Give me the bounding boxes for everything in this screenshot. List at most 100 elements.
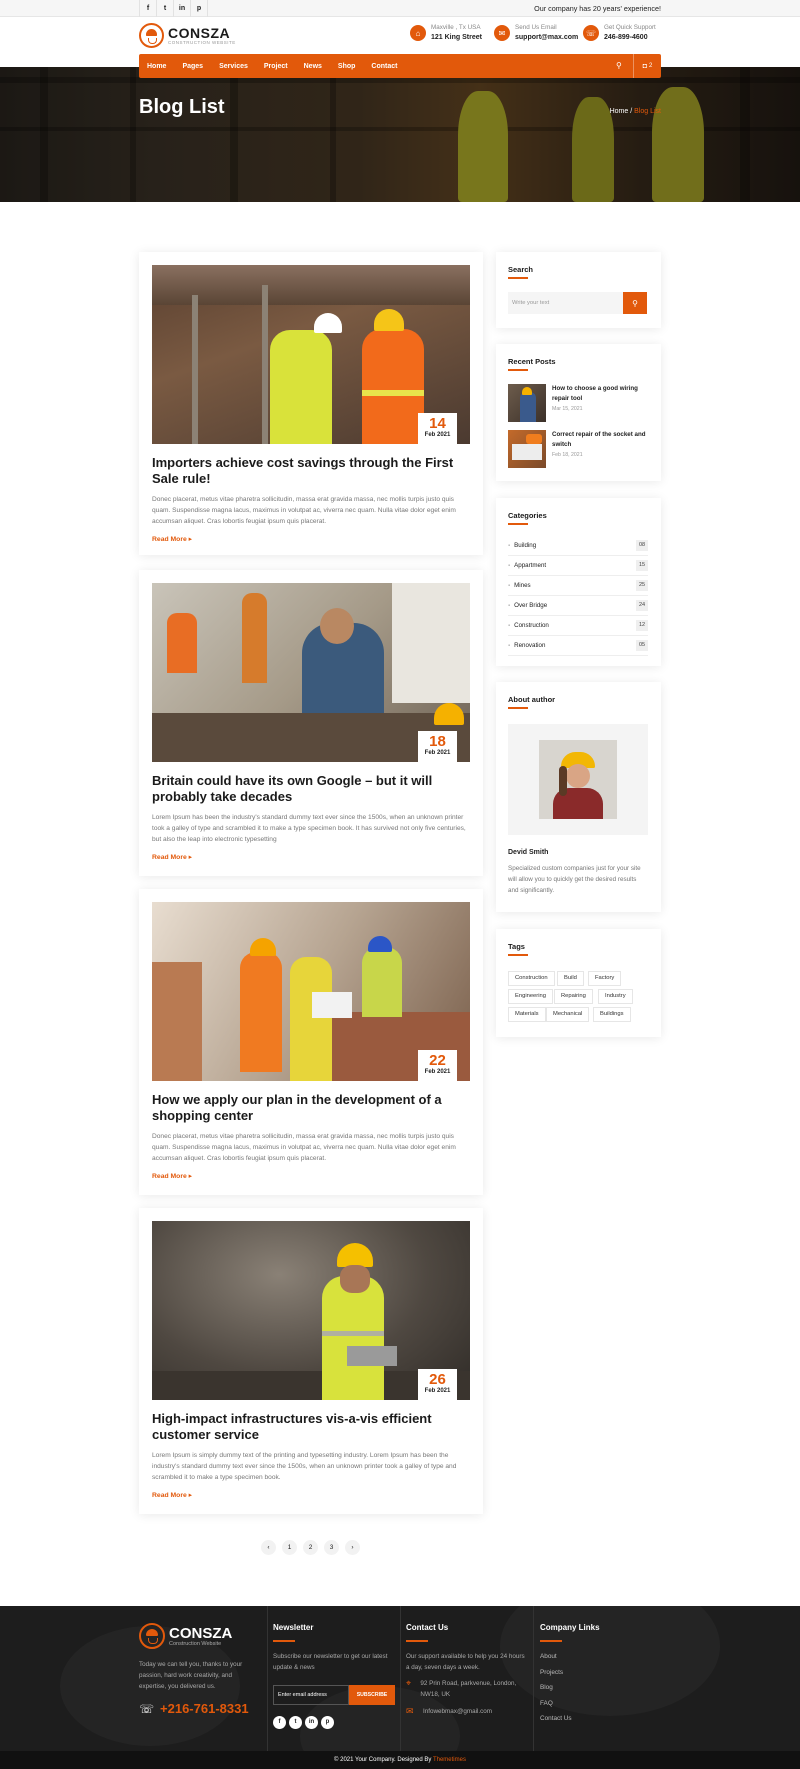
footer-about: CONSZA Construction Website Today we can…: [139, 1623, 259, 1716]
category-name[interactable]: Mines: [514, 582, 531, 589]
footer-brand-name: CONSZA: [169, 1624, 233, 1642]
nav-contact[interactable]: Contact: [371, 63, 397, 70]
nav-project[interactable]: Project: [264, 63, 288, 70]
search-input[interactable]: Write your text: [508, 292, 623, 314]
pagination-page-2[interactable]: 2: [303, 1540, 318, 1555]
facebook-icon[interactable]: f: [140, 0, 157, 17]
copyright-text: © 2021 Your Company. Designed By: [334, 1757, 432, 1763]
pinterest-icon[interactable]: p: [191, 0, 208, 17]
breadcrumb-home[interactable]: Home: [610, 108, 629, 115]
top-social-links: f t in p: [139, 0, 208, 17]
category-name[interactable]: Building: [514, 542, 536, 549]
nav-news[interactable]: News: [304, 63, 322, 70]
tag-chip[interactable]: Mechanical: [546, 1007, 590, 1022]
designer-link[interactable]: Themetimes: [433, 1757, 466, 1763]
category-item[interactable]: ▪ Construction 12: [508, 616, 648, 636]
tag-chip[interactable]: Factory: [588, 971, 622, 986]
category-name[interactable]: Renovation: [514, 642, 545, 649]
brand-tagline: CONSTRUCTION WEBSITE: [168, 40, 236, 45]
header-address: ⌂ Maxville , Tx USA 121 King Street: [410, 23, 482, 43]
nav-home[interactable]: Home: [147, 63, 166, 70]
footer-link-faq[interactable]: FAQ: [540, 1700, 660, 1716]
footer-link-contact[interactable]: Contact Us: [540, 1715, 660, 1731]
email-value[interactable]: support@max.com: [515, 33, 578, 43]
nav-pages[interactable]: Pages: [182, 63, 203, 70]
tag-chip[interactable]: Materials: [508, 1007, 546, 1022]
twitter-icon[interactable]: t: [289, 1716, 302, 1729]
bullet-icon: ▪: [508, 542, 511, 549]
recent-post-title[interactable]: Correct repair of the socket and switch: [552, 430, 653, 450]
read-more-link[interactable]: Read More ▸: [152, 853, 192, 861]
post-title[interactable]: Importers achieve cost savings through t…: [152, 455, 470, 487]
company-links-title: Company Links: [540, 1623, 600, 1632]
pagination-page-1[interactable]: 1: [282, 1540, 297, 1555]
linkedin-icon[interactable]: in: [305, 1716, 318, 1729]
cart-count: 2: [648, 63, 653, 69]
newsletter-title: Newsletter: [273, 1623, 314, 1632]
tag-chip[interactable]: Engineering: [508, 989, 553, 1004]
post-month: Feb 2021: [424, 750, 451, 756]
twitter-icon[interactable]: t: [157, 0, 174, 17]
pagination-next[interactable]: ›: [345, 1540, 360, 1555]
post-date-badge: 22 Feb 2021: [418, 1050, 457, 1081]
tag-chip[interactable]: Repairing: [554, 989, 593, 1004]
category-count: 25: [636, 580, 648, 591]
cart-button[interactable]: ◘ 2: [633, 54, 661, 78]
pagination-page-3[interactable]: 3: [324, 1540, 339, 1555]
bullet-icon: ▪: [508, 562, 511, 569]
recent-post-title[interactable]: How to choose a good wiring repair tool: [552, 384, 653, 404]
recent-post-item[interactable]: Correct repair of the socket and switch F…: [508, 430, 653, 468]
widget-title: Categories: [508, 511, 547, 520]
category-name[interactable]: Construction: [514, 622, 549, 629]
widget-title: Recent Posts: [508, 357, 556, 366]
nav-shop[interactable]: Shop: [338, 63, 356, 70]
tag-chip[interactable]: Industry: [598, 989, 633, 1004]
facebook-icon[interactable]: f: [273, 1716, 286, 1729]
bullet-icon: ▪: [508, 642, 511, 649]
post-title[interactable]: Britain could have its own Google – but …: [152, 773, 470, 805]
post-title[interactable]: High-impact infrastructures vis-a-vis ef…: [152, 1411, 470, 1443]
read-more-link[interactable]: Read More ▸: [152, 1172, 192, 1180]
footer-link-about[interactable]: About: [540, 1653, 660, 1669]
subscribe-button[interactable]: SUBSCRIBE: [349, 1685, 395, 1705]
tag-chip[interactable]: Buildings: [593, 1007, 631, 1022]
category-item[interactable]: ▪ Renovation 05: [508, 636, 648, 656]
phone-value[interactable]: 246-899-4600: [604, 33, 656, 43]
categories-widget: Categories ▪ Building 08 ▪ Appartment 15 ▪ Mi…: [496, 498, 661, 666]
helmet-logo-icon: [139, 23, 164, 48]
site-logo[interactable]: CONSZA CONSTRUCTION WEBSITE: [139, 23, 236, 48]
phone-icon: ☏: [139, 1701, 155, 1716]
category-item[interactable]: ▪ Appartment 15: [508, 556, 648, 576]
phone-icon: ☏: [583, 25, 599, 41]
post-title[interactable]: How we apply our plan in the development…: [152, 1092, 470, 1124]
pinterest-icon[interactable]: p: [321, 1716, 334, 1729]
search-button[interactable]: ⚲: [623, 292, 647, 314]
footer-phone[interactable]: +216-761-8331: [160, 1701, 249, 1716]
blog-post: 22 Feb 2021 How we apply our plan in the …: [139, 889, 483, 1195]
search-icon[interactable]: ⚲: [616, 61, 625, 70]
pagination-prev[interactable]: ‹: [261, 1540, 276, 1555]
location-pin-icon: ⌂: [410, 25, 426, 41]
email-label: Send Us Email: [515, 24, 557, 31]
category-item[interactable]: ▪ Mines 25: [508, 576, 648, 596]
linkedin-icon[interactable]: in: [174, 0, 191, 17]
category-name[interactable]: Appartment: [514, 562, 546, 569]
category-item[interactable]: ▪ Over Bridge 24: [508, 596, 648, 616]
author-photo: [539, 740, 617, 819]
read-more-link[interactable]: Read More ▸: [152, 535, 192, 543]
location-pin-icon: ⌖: [406, 1678, 412, 1688]
category-name[interactable]: Over Bridge: [514, 602, 547, 609]
footer-link-projects[interactable]: Projects: [540, 1669, 660, 1685]
newsletter-email-input[interactable]: Enter email address: [273, 1685, 349, 1705]
mail-icon: ✉: [494, 25, 510, 41]
contact-email[interactable]: Infowebmax@gmail.com: [423, 1706, 492, 1717]
footer-link-blog[interactable]: Blog: [540, 1684, 660, 1700]
tag-chip[interactable]: Construction: [508, 971, 555, 986]
about-author-widget: About author Devid Smith Specialized cus…: [496, 682, 661, 912]
footer-newsletter: Newsletter Subscribe our newsletter to g…: [273, 1623, 395, 1743]
recent-post-item[interactable]: How to choose a good wiring repair tool M…: [508, 384, 653, 422]
nav-services[interactable]: Services: [219, 63, 248, 70]
tag-chip[interactable]: Build: [557, 971, 584, 986]
read-more-link[interactable]: Read More ▸: [152, 1491, 192, 1499]
category-item[interactable]: ▪ Building 08: [508, 536, 648, 556]
